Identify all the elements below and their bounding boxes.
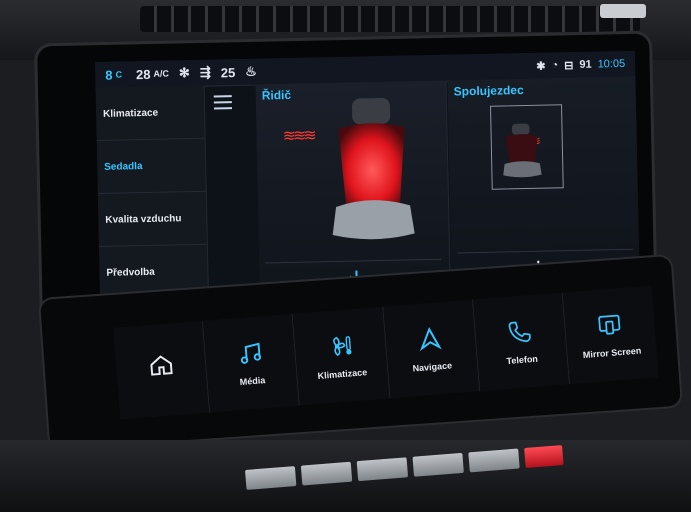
ac-label: A/C — [153, 68, 170, 79]
outside-temperature: 8 C — [105, 67, 122, 82]
toggle-switch-5[interactable] — [468, 448, 520, 473]
sidebar-item-kvalita-vzduchu[interactable]: Kvalita vzduchu — [97, 191, 207, 247]
signal-value: 91 — [579, 58, 592, 71]
bluetooth-icon: ✱ — [536, 60, 546, 73]
vent-knob[interactable] — [600, 4, 646, 18]
sidebar-item-label: Předvolba — [106, 266, 155, 279]
driver-panel-divider — [265, 258, 442, 264]
climate-label: Klimatizace — [317, 367, 368, 381]
sidebar-item-label: Sedadla — [104, 160, 143, 173]
status-icons: ✱ ◔ ⊟ 91 10:05 — [536, 57, 625, 72]
media-label: Média — [239, 375, 266, 388]
wifi-icon: ◔ — [551, 59, 559, 72]
phone-icon — [508, 321, 532, 343]
toggle-switch-4[interactable] — [412, 452, 464, 477]
phone-label: Telefon — [506, 353, 539, 367]
driver-panel-title: Řidič — [261, 87, 292, 103]
toggle-switch-1[interactable] — [245, 466, 297, 490]
air-vent — [140, 6, 640, 32]
outside-temp-unit: C — [115, 69, 123, 80]
navigation-button[interactable]: Navigace — [382, 299, 480, 399]
fan-icon[interactable]: ✻ — [179, 65, 190, 81]
phone-button[interactable]: Telefon — [472, 292, 570, 392]
home-button[interactable] — [113, 320, 211, 420]
clock: 10:05 — [597, 57, 626, 71]
climate-sidebar: Klimatizace Sedadla Kvalita vzduchu Před… — [95, 85, 209, 300]
passenger-temperature[interactable]: 25 — [221, 65, 236, 80]
car-icon: ⊟ — [564, 59, 574, 72]
mirror-screen-button[interactable]: Mirror Screen — [562, 285, 659, 385]
airflow-icon[interactable]: ⇶ — [200, 65, 211, 81]
toggle-switch-3[interactable] — [356, 457, 409, 482]
climate-button[interactable]: Klimatizace — [292, 306, 391, 406]
outside-temp-value: 8 — [105, 67, 113, 83]
navigation-arrow-icon — [420, 327, 442, 352]
passenger-seat-graphic — [503, 123, 542, 178]
passenger-seat-frame[interactable]: ≋≋ — [490, 104, 564, 190]
sidebar-item-sedadla[interactable]: Sedadla — [96, 138, 206, 194]
navigation-label: Navigace — [412, 360, 453, 374]
sidebar-item-label: Klimatizace — [102, 107, 159, 120]
driver-seat-graphic[interactable] — [316, 93, 429, 245]
menu-icon[interactable] — [213, 95, 233, 110]
passenger-panel-title: Spolujezdec — [453, 83, 524, 99]
music-note-icon — [240, 342, 261, 364]
mirror-screen-label: Mirror Screen — [582, 345, 642, 361]
media-button[interactable]: Média — [203, 313, 301, 413]
home-icon — [149, 355, 173, 376]
mirror-screen-icon — [598, 314, 621, 335]
hazard-button[interactable] — [524, 445, 564, 468]
driver-seat-heat-icon[interactable]: ≋≋≋ — [282, 125, 314, 146]
cabin-temp-value: 28 — [135, 66, 151, 82]
toggle-switch-2[interactable] — [300, 461, 353, 486]
cabin-temperature[interactable]: 28 A/C — [135, 66, 170, 82]
passenger-temp-value: 25 — [220, 64, 236, 80]
sidebar-item-klimatizace[interactable]: Klimatizace — [95, 85, 205, 141]
seat-heat-icon[interactable]: ♨ — [245, 64, 257, 80]
sidebar-item-label: Kvalita vzduchu — [105, 212, 182, 226]
fan-thermometer-icon — [333, 336, 352, 357]
